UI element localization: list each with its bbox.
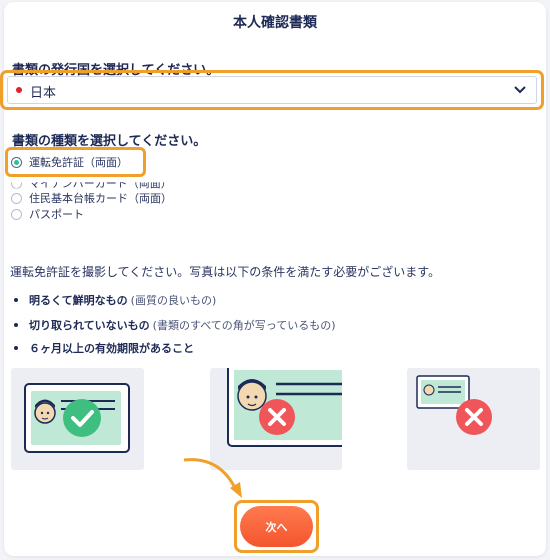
radio-passport[interactable]: パスポート	[11, 206, 84, 222]
radio-label: 住民基本台帳カード（両面）	[29, 192, 172, 205]
condition-bold: ６ヶ月以上の有効期限があること	[29, 342, 194, 355]
condition-item: 明るくて鮮明なもの (画質の良いもの)	[14, 292, 216, 308]
pointer-arrow-icon	[183, 458, 242, 498]
condition-note: (画質の良いもの)	[130, 294, 217, 307]
bullet-dot	[14, 323, 18, 327]
radio-unchecked-icon[interactable]	[11, 192, 22, 204]
chevron-down-icon	[514, 86, 526, 94]
condition-bold: 切り取られていないもの	[29, 319, 150, 332]
radio-unchecked-icon[interactable]	[11, 182, 22, 189]
bullet-dot	[14, 346, 18, 350]
example-small-panel	[407, 368, 540, 470]
country-select[interactable]: 日本	[7, 76, 537, 104]
condition-bold: 明るくて鮮明なもの	[29, 294, 128, 307]
bullet-dot	[14, 298, 18, 302]
radio-drivers-license[interactable]: 運転免許証（両面）	[11, 154, 128, 170]
condition-item: ６ヶ月以上の有効期限があること	[14, 340, 194, 356]
page-title: 本人確認書類	[233, 15, 317, 31]
condition-note: (書類のすべての角が写っているもの)	[152, 319, 336, 332]
id-card-small-illustration	[416, 375, 492, 435]
japan-flag-icon	[16, 87, 22, 93]
next-button[interactable]: 次へ	[240, 506, 313, 547]
radio-mynumber-card[interactable]: マイナンバーカード（両面）	[11, 175, 172, 191]
radio-resident-card[interactable]: 住民基本台帳カード（両面）	[11, 190, 172, 206]
radio-checked-icon[interactable]	[11, 156, 22, 168]
example-good-panel	[11, 368, 144, 470]
radio-label: パスポート	[29, 208, 84, 221]
radio-label: マイナンバーカード（両面）	[29, 177, 172, 190]
radio-unchecked-icon[interactable]	[11, 208, 22, 220]
radio-label: 運転免許証（両面）	[29, 156, 128, 169]
country-select-value: 日本	[30, 86, 57, 101]
id-card-correct-illustration	[24, 383, 130, 453]
condition-item: 切り取られていないもの (書類のすべての角が写っているもの)	[14, 317, 336, 333]
instruction-text: 運転免許証を撮影してください。写真は以下の条件を満たす必要がございます。	[10, 265, 441, 279]
